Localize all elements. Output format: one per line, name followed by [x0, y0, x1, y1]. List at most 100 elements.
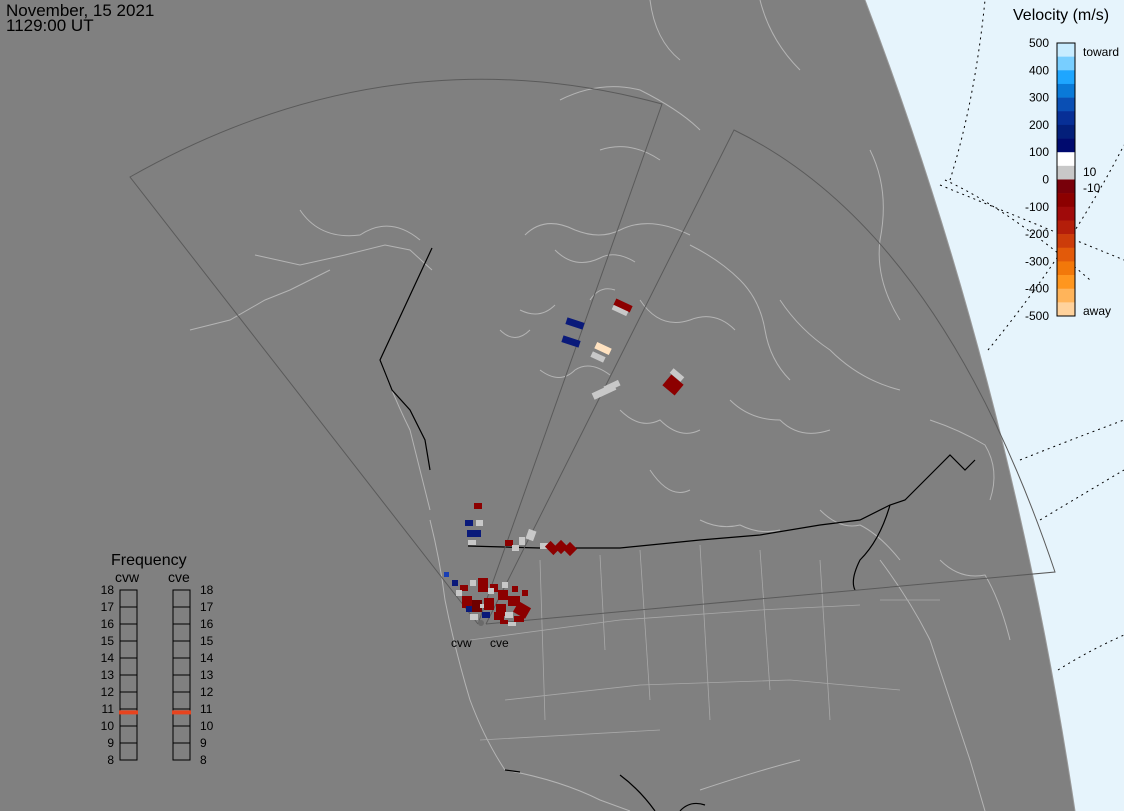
frequency-tick-label: 9: [107, 736, 114, 750]
velocity-tick-label: 500: [1029, 36, 1049, 50]
velocity-tick-label: 300: [1029, 91, 1049, 105]
scatter-cell: [500, 620, 508, 624]
frequency-tick-label: 15: [200, 634, 214, 648]
scatter-cell: [594, 341, 612, 356]
scatter-cell: [498, 590, 508, 600]
velocity-scale-title: Velocity (m/s): [1013, 7, 1109, 24]
velocity-colorbar-swatches: [1056, 42, 1076, 317]
frequency-tick-label: 13: [200, 668, 214, 682]
frequency-tick-label: 13: [101, 668, 115, 682]
velocity-swatch: [1057, 302, 1075, 317]
velocity-swatch: [1057, 152, 1075, 167]
scatter-cell: [512, 545, 519, 551]
scatter-cell: [512, 586, 518, 592]
frequency-tick-label: 8: [200, 753, 207, 767]
velocity-tick-label: 400: [1029, 63, 1049, 77]
velocity-swatch: [1057, 56, 1075, 71]
scatter-cell: [456, 590, 462, 596]
country-borders: [379, 247, 976, 811]
frequency-radar-label-cvw: cvw: [115, 569, 140, 585]
frequency-tick-label: 11: [102, 702, 115, 716]
radar-fov: [129, 78, 1056, 625]
velocity-swatch: [1057, 124, 1075, 139]
scatter-cell: [525, 528, 537, 542]
velocity-swatch: [1057, 220, 1075, 235]
scatter-cell: [508, 622, 516, 626]
velocity-tick-label: -300: [1025, 254, 1049, 268]
velocity-tick-label: 100: [1029, 145, 1049, 159]
velocity-tick-label: 200: [1029, 118, 1049, 132]
frequency-tick-label: 17: [101, 600, 115, 614]
scatter-cell: [519, 537, 525, 545]
velocity-swatch: [1057, 138, 1075, 153]
velocity-swatch: [1057, 70, 1075, 85]
scatter-cell: [474, 503, 482, 509]
scatter-cell: [522, 590, 528, 596]
scatter-cell: [482, 612, 490, 618]
frequency-tick-label: 9: [200, 736, 207, 750]
radar-sites: cvw cve: [451, 620, 509, 650]
velocity-threshold-neg: -10: [1083, 181, 1101, 195]
velocity-swatch: [1057, 83, 1075, 98]
velocity-tick-label: -100: [1025, 200, 1049, 214]
velocity-away-label: away: [1083, 304, 1111, 318]
radar-label-cve: cve: [490, 636, 509, 650]
velocity-swatch: [1057, 288, 1075, 303]
velocity-swatch: [1057, 193, 1075, 208]
velocity-tick-label: -500: [1025, 309, 1049, 323]
frequency-tick-label: 15: [101, 634, 115, 648]
radar-site-marker: [478, 620, 484, 626]
scatter-cell: [590, 351, 606, 363]
frequency-tick-label: 11: [200, 702, 213, 716]
radar-map-stage: November, 15 2021 1129:00 UT cvw cve Vel…: [0, 0, 1124, 811]
frequency-marker-cvw: [119, 710, 138, 715]
frequency-title: Frequency: [111, 552, 187, 569]
velocity-tick-label: -200: [1025, 227, 1049, 241]
frequency-marker-cve: [172, 710, 191, 715]
scatter-cell: [561, 335, 581, 348]
velocity-swatch: [1057, 111, 1075, 126]
velocity-swatch: [1057, 261, 1075, 276]
scatter-cell: [480, 604, 484, 608]
scatter-cell: [476, 520, 483, 526]
velocity-swatch: [1057, 43, 1075, 57]
scatter-cell: [514, 616, 524, 622]
scatter-cell: [505, 540, 513, 546]
velocity-toward-label: toward: [1083, 45, 1119, 59]
frequency-tick-label: 12: [101, 685, 115, 699]
scatter-cell: [470, 580, 476, 586]
scatter-cell: [452, 580, 458, 586]
scatter-cell: [465, 520, 473, 526]
velocity-tick-label: -400: [1025, 282, 1049, 296]
fov-cvw: [129, 78, 663, 625]
scatter-cell: [468, 540, 476, 545]
frequency-radar-label-cve: cve: [168, 569, 190, 585]
daylight-region: [865, 0, 1124, 811]
velocity-tick-label: 0: [1042, 173, 1049, 187]
velocity-swatch: [1057, 97, 1075, 112]
velocity-swatch: [1057, 179, 1075, 194]
scatter-cells: [444, 298, 685, 626]
velocity-swatch: [1057, 275, 1075, 289]
scatter-cell: [565, 317, 585, 330]
frequency-tick-label: 18: [101, 583, 115, 597]
frequency-panel: Frequency cvw cve 18 17 16 15 14 13 12 11 10 9 8 18…: [101, 552, 214, 767]
frequency-tick-label: 14: [200, 651, 214, 665]
frequency-tick-label: 16: [200, 617, 214, 631]
scatter-cell: [478, 578, 488, 592]
scatter-cell: [466, 606, 472, 612]
scatter-cell: [502, 582, 508, 588]
frequency-tick-label: 18: [200, 583, 214, 597]
velocity-swatch: [1057, 234, 1075, 249]
scatter-cell: [444, 572, 449, 577]
superdarn-map: cvw cve Velocity (m/s) 500 400 300 200 100 0 -…: [101, 0, 1124, 811]
scatter-cell: [505, 612, 513, 618]
frequency-tick-label: 16: [101, 617, 115, 631]
velocity-threshold-pos: 10: [1083, 165, 1097, 179]
scatter-cell: [467, 530, 481, 537]
scatter-cell: [494, 612, 504, 620]
velocity-swatch: [1057, 247, 1075, 262]
frequency-tick-label: 10: [101, 719, 115, 733]
state-lines: [469, 544, 940, 741]
frequency-tick-label: 10: [200, 719, 214, 733]
